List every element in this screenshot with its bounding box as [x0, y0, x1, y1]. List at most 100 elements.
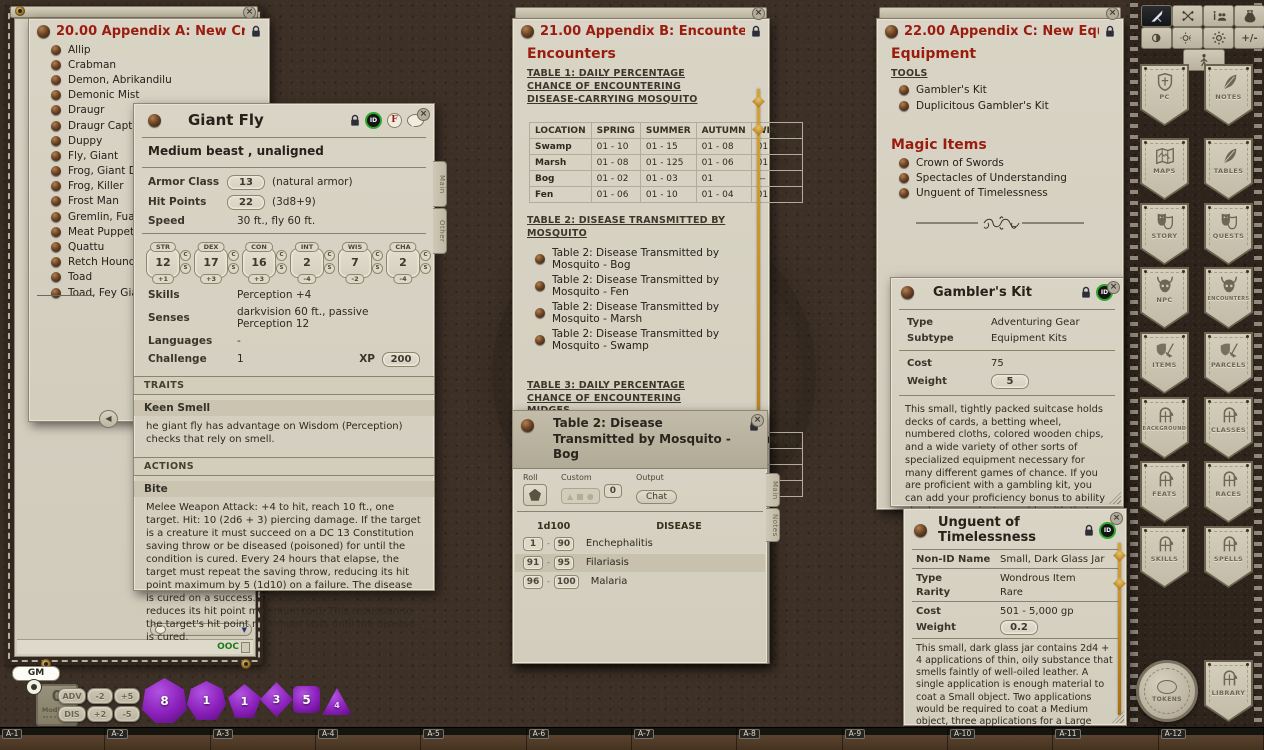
- dice-bag-button[interactable]: [1234, 5, 1264, 27]
- id-badge[interactable]: ID: [365, 112, 382, 129]
- sidebar-item-notes[interactable]: NOTES: [1204, 64, 1253, 126]
- table-link[interactable]: Table 2: Disease Transmitted by Mosquito…: [513, 272, 769, 299]
- rollable-table-row[interactable]: 91-95Filariasis: [515, 554, 765, 572]
- appendix-a-titlebar[interactable]: 20.00 Appendix A: New Creatures an: [29, 19, 269, 42]
- hotkey-slot-a-12[interactable]: A-12: [1159, 728, 1264, 750]
- item-link[interactable]: Spectacles of Understanding: [877, 170, 1123, 185]
- hotkey-slot-a-4[interactable]: A-4: [316, 728, 421, 750]
- rollable-table-row[interactable]: 1-90Enchephalitis: [515, 535, 765, 553]
- lighting-button[interactable]: [1141, 27, 1172, 49]
- sidebar-item-story[interactable]: STORY: [1140, 203, 1189, 265]
- sidebar-item-encounters[interactable]: ENCOUNTERS: [1204, 267, 1253, 329]
- hotkey-slot-a-3[interactable]: A-3: [211, 728, 316, 750]
- sidebar-item-npc[interactable]: NPC: [1140, 267, 1189, 329]
- sidebar-item-skills[interactable]: SKILLS: [1140, 526, 1189, 588]
- party-sheet-button[interactable]: [1203, 5, 1234, 27]
- sidebar-item-races[interactable]: RACES: [1204, 461, 1253, 523]
- lock-icon[interactable]: [350, 114, 360, 127]
- item-link[interactable]: Gambler's Kit: [877, 83, 1123, 98]
- trait-name[interactable]: Keen Smell: [134, 400, 434, 416]
- creature-link[interactable]: Demon, Abrikandilu: [29, 72, 269, 87]
- sidebar-item-items[interactable]: ITEMS: [1140, 332, 1189, 394]
- check-roll-button[interactable]: C: [324, 250, 335, 261]
- decal-minus5[interactable]: -5: [114, 706, 140, 722]
- d20-die[interactable]: 8: [142, 678, 187, 723]
- link-orb-icon[interactable]: [521, 25, 534, 38]
- save-roll-button[interactable]: S: [372, 263, 383, 274]
- gamblers-kit-close-icon[interactable]: ×: [1107, 281, 1120, 294]
- weight-value[interactable]: 5: [991, 374, 1029, 389]
- link-orb-icon[interactable]: [148, 114, 161, 127]
- faction-badge[interactable]: F: [387, 113, 402, 128]
- hotkey-slot-a-7[interactable]: A-7: [632, 728, 737, 750]
- check-roll-button[interactable]: C: [420, 250, 431, 261]
- back-button[interactable]: ◀: [99, 410, 118, 428]
- item-link[interactable]: Unguent of Timelessness: [877, 186, 1123, 201]
- chat-pin-grommet[interactable]: [15, 6, 25, 16]
- range-from-box[interactable]: 1: [523, 537, 543, 551]
- save-roll-button[interactable]: S: [228, 263, 239, 274]
- table-link[interactable]: Table 2: Disease Transmitted by Mosquito…: [513, 245, 769, 272]
- rollable-table-row[interactable]: 96-100Malaria: [515, 573, 765, 591]
- d12-die[interactable]: 1: [187, 681, 226, 720]
- giant-fly-titlebar[interactable]: Giant Fly ID F: [134, 104, 434, 133]
- modifier-stack-button[interactable]: +/-: [1234, 27, 1264, 49]
- combat-tracker-button[interactable]: [1172, 5, 1203, 27]
- link-orb-icon[interactable]: [885, 25, 898, 38]
- link-orb-icon[interactable]: [901, 286, 914, 299]
- sidebar-item-spells[interactable]: SPELLS: [1204, 526, 1253, 588]
- hit-points-value[interactable]: 22: [227, 195, 265, 210]
- lock-icon[interactable]: [1081, 286, 1091, 299]
- sidebar-item-feats[interactable]: FEATS: [1140, 461, 1189, 523]
- save-roll-button[interactable]: S: [324, 263, 335, 274]
- item-link[interactable]: Duplicitous Gambler's Kit: [877, 98, 1123, 113]
- link-orb-icon[interactable]: [914, 524, 927, 537]
- weight-value[interactable]: 0.2: [1000, 620, 1038, 635]
- output-chat-button[interactable]: Chat: [636, 490, 677, 504]
- appendix-c-close-icon[interactable]: ×: [1106, 7, 1119, 20]
- hotkey-slot-a-10[interactable]: A-10: [948, 728, 1053, 750]
- hotkey-slot-a-6[interactable]: A-6: [527, 728, 632, 750]
- range-to-box[interactable]: 95: [554, 556, 574, 570]
- xp-value[interactable]: 200: [382, 352, 420, 367]
- tab-notes[interactable]: Notes: [766, 508, 780, 542]
- tab-main[interactable]: Main: [433, 161, 447, 207]
- link-orb-icon[interactable]: [521, 419, 534, 432]
- decal-minus2[interactable]: -2: [87, 688, 113, 704]
- sidebar-item-tables[interactable]: TABLES: [1204, 138, 1253, 200]
- range-to-box[interactable]: 100: [554, 575, 579, 589]
- sidebar-item-parcels[interactable]: PARCELS: [1204, 332, 1253, 394]
- lock-icon[interactable]: [251, 25, 261, 38]
- sidebar-item-backgrounds[interactable]: BACKGROUNDS: [1140, 397, 1189, 459]
- save-roll-button[interactable]: S: [420, 263, 431, 274]
- d8-die[interactable]: 3: [260, 682, 293, 717]
- roll-button[interactable]: [523, 484, 547, 506]
- hotkey-slot-a-2[interactable]: A-2: [105, 728, 210, 750]
- link-orb-icon[interactable]: [37, 25, 50, 38]
- check-roll-button[interactable]: C: [228, 250, 239, 261]
- pointer-tool-button[interactable]: [1141, 5, 1172, 27]
- hotkey-slot-a-1[interactable]: A-1: [0, 728, 105, 750]
- sidebar-item-pc[interactable]: PC: [1140, 64, 1189, 126]
- appendix-b-titlebar[interactable]: 21.00 Appendix B: Encounters, Diseas: [513, 19, 769, 42]
- check-roll-button[interactable]: C: [180, 250, 191, 261]
- scrollbar[interactable]: [1118, 543, 1121, 715]
- sidebar-item-quests[interactable]: QUESTS: [1204, 203, 1253, 265]
- armor-class-value[interactable]: 13: [227, 175, 265, 190]
- day-night-button[interactable]: [1172, 27, 1203, 49]
- custom-dice-icons[interactable]: ▲■●: [561, 488, 600, 504]
- hotkey-slot-a-5[interactable]: A-5: [421, 728, 526, 750]
- decal-adv[interactable]: ADV: [58, 688, 86, 704]
- lock-icon[interactable]: [751, 25, 761, 38]
- save-roll-button[interactable]: S: [276, 263, 287, 274]
- hotkey-slot-a-9[interactable]: A-9: [843, 728, 948, 750]
- appendix-c-titlebar[interactable]: 22.00 Appendix C: New Equipment an: [877, 19, 1123, 42]
- hotkey-slot-a-11[interactable]: A-11: [1053, 728, 1158, 750]
- decal-plus5[interactable]: +5: [114, 688, 140, 704]
- item-link[interactable]: Crown of Swords: [877, 155, 1123, 170]
- table-link[interactable]: Table 2: Disease Transmitted by Mosquito…: [513, 327, 769, 354]
- disease-table-close-icon[interactable]: ×: [751, 414, 764, 427]
- save-roll-button[interactable]: S: [180, 263, 191, 274]
- creature-link[interactable]: Allip: [29, 42, 269, 57]
- d4-die[interactable]: 4: [322, 688, 352, 715]
